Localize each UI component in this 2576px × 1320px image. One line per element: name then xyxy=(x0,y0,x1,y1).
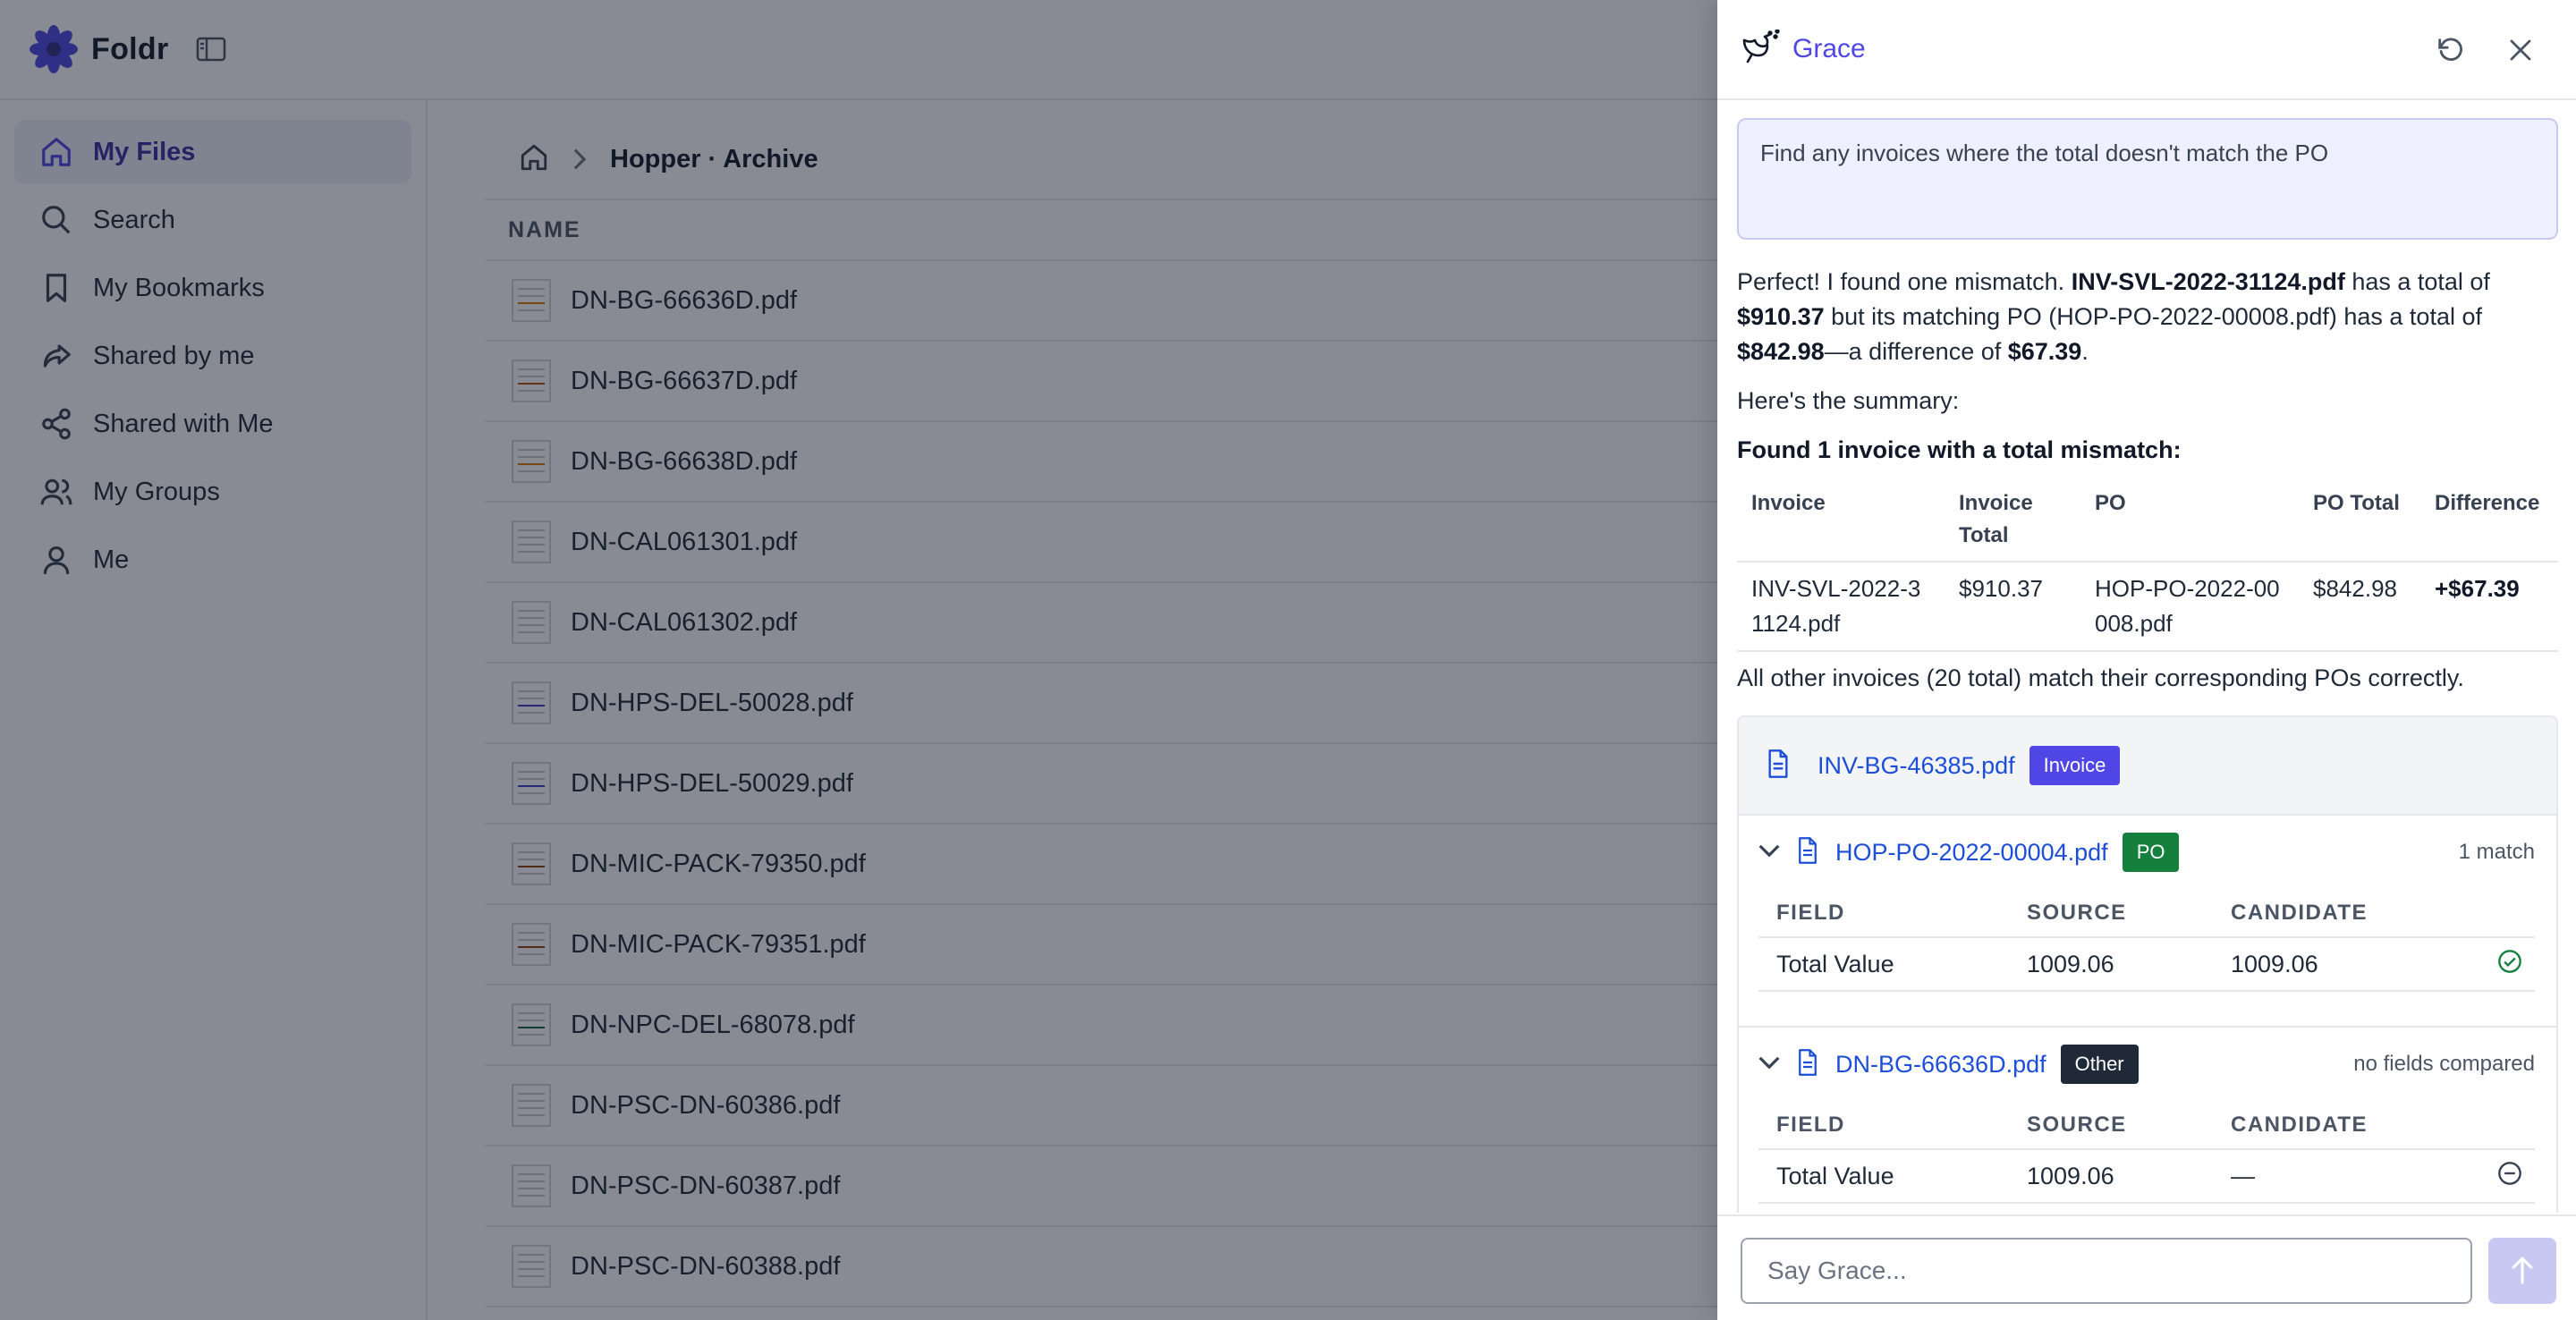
chevron-down-icon[interactable] xyxy=(1758,842,1780,863)
reset-conversation-icon[interactable] xyxy=(2430,30,2470,70)
assistant-finding-text: Perfect! I found one mismatch. INV-SVL-2… xyxy=(1737,268,2490,365)
cell-po-total: $842.98 xyxy=(2299,562,2420,652)
mismatch-summary-table: Invoice Invoice Total PO PO Total Differ… xyxy=(1737,478,2558,652)
close-icon[interactable] xyxy=(2501,30,2540,70)
table-row: INV-SVL-2022-31124.pdf $910.37 HOP-PO-20… xyxy=(1737,562,2558,652)
source-document-link[interactable]: INV-BG-46385.pdf xyxy=(1818,752,2015,780)
col-difference: Difference xyxy=(2420,478,2558,563)
grace-header: Grace xyxy=(1717,0,2576,100)
invoice-badge: Invoice xyxy=(2029,746,2121,785)
col-source: SOURCE xyxy=(2009,1101,2213,1150)
cell-po: HOP-PO-2022-00008.pdf xyxy=(2080,562,2299,652)
match-status: 1 match xyxy=(2458,840,2535,864)
source-value: 1009.06 xyxy=(2009,937,2213,992)
po-badge: PO xyxy=(2122,833,2180,872)
send-button[interactable] xyxy=(2488,1238,2556,1304)
document-icon xyxy=(1766,749,1791,783)
candidate-document-link[interactable]: DN-BG-66636D.pdf xyxy=(1835,1051,2046,1079)
conversation-scroll-area[interactable]: Find any invoices where the total doesn'… xyxy=(1717,102,2576,1213)
other-badge: Other xyxy=(2060,1045,2139,1084)
table-row: Total Value 1009.06 — xyxy=(1758,1149,2535,1204)
candidate-po: HOP-PO-2022-00004.pdf PO 1 match FIELD S… xyxy=(1739,816,2556,1028)
found-heading: Found 1 invoice with a total mismatch: xyxy=(1737,436,2182,463)
col-field: FIELD xyxy=(1758,1101,2009,1150)
col-source: SOURCE xyxy=(2009,889,2213,938)
grace-panel: Grace Find any invoices where the total … xyxy=(1717,0,2576,1320)
table-row: Total Value 1009.06 1009.06 xyxy=(1758,937,2535,992)
field-comparison-table: FIELD SOURCE CANDIDATE Total Value 1009.… xyxy=(1758,1101,2535,1204)
chevron-down-icon[interactable] xyxy=(1758,1054,1780,1075)
source-value: 1009.06 xyxy=(2009,1149,2213,1204)
candidate-value: 1009.06 xyxy=(2213,937,2463,992)
candidate-value: — xyxy=(2213,1149,2463,1204)
message-composer xyxy=(1717,1214,2576,1320)
grace-title: Grace xyxy=(1792,34,1866,63)
candidate-document-link[interactable]: HOP-PO-2022-00004.pdf xyxy=(1835,839,2108,867)
match-status: no fields compared xyxy=(2353,1052,2535,1076)
field-name: Total Value xyxy=(1758,1149,2009,1204)
document-icon xyxy=(1796,1048,1819,1080)
col-field: FIELD xyxy=(1758,889,2009,938)
user-prompt-message: Find any invoices where the total doesn'… xyxy=(1737,118,2558,240)
dove-icon xyxy=(1741,28,1782,70)
col-candidate: CANDIDATE xyxy=(2213,889,2463,938)
summary-intro: Here's the summary: xyxy=(1737,387,1960,414)
footer-note: All other invoices (20 total) match thei… xyxy=(1737,664,2464,691)
check-circle-icon xyxy=(2463,937,2535,992)
say-grace-input[interactable] xyxy=(1741,1238,2472,1304)
col-po-total: PO Total xyxy=(2299,478,2420,563)
assistant-message: Perfect! I found one mismatch. INV-SVL-2… xyxy=(1737,265,2556,468)
col-invoice: Invoice xyxy=(1737,478,1945,563)
cell-invoice: INV-SVL-2022-31124.pdf xyxy=(1737,562,1945,652)
match-source-header: INV-BG-46385.pdf Invoice xyxy=(1739,717,2556,816)
col-candidate: CANDIDATE xyxy=(2213,1101,2463,1150)
match-result-card: INV-BG-46385.pdf Invoice HOP-PO-2022-000… xyxy=(1737,715,2558,1213)
document-icon xyxy=(1796,836,1819,868)
field-name: Total Value xyxy=(1758,937,2009,992)
arrow-up-icon xyxy=(2509,1255,2536,1288)
candidate-other: DN-BG-66636D.pdf Other no fields compare… xyxy=(1739,1028,2556,1204)
cell-difference: +$67.39 xyxy=(2420,562,2558,652)
col-invoice-total: Invoice Total xyxy=(1945,478,2080,563)
minus-circle-icon xyxy=(2463,1149,2535,1204)
cell-invoice-total: $910.37 xyxy=(1945,562,2080,652)
field-comparison-table: FIELD SOURCE CANDIDATE Total Value 1009.… xyxy=(1758,889,2535,992)
col-po: PO xyxy=(2080,478,2299,563)
